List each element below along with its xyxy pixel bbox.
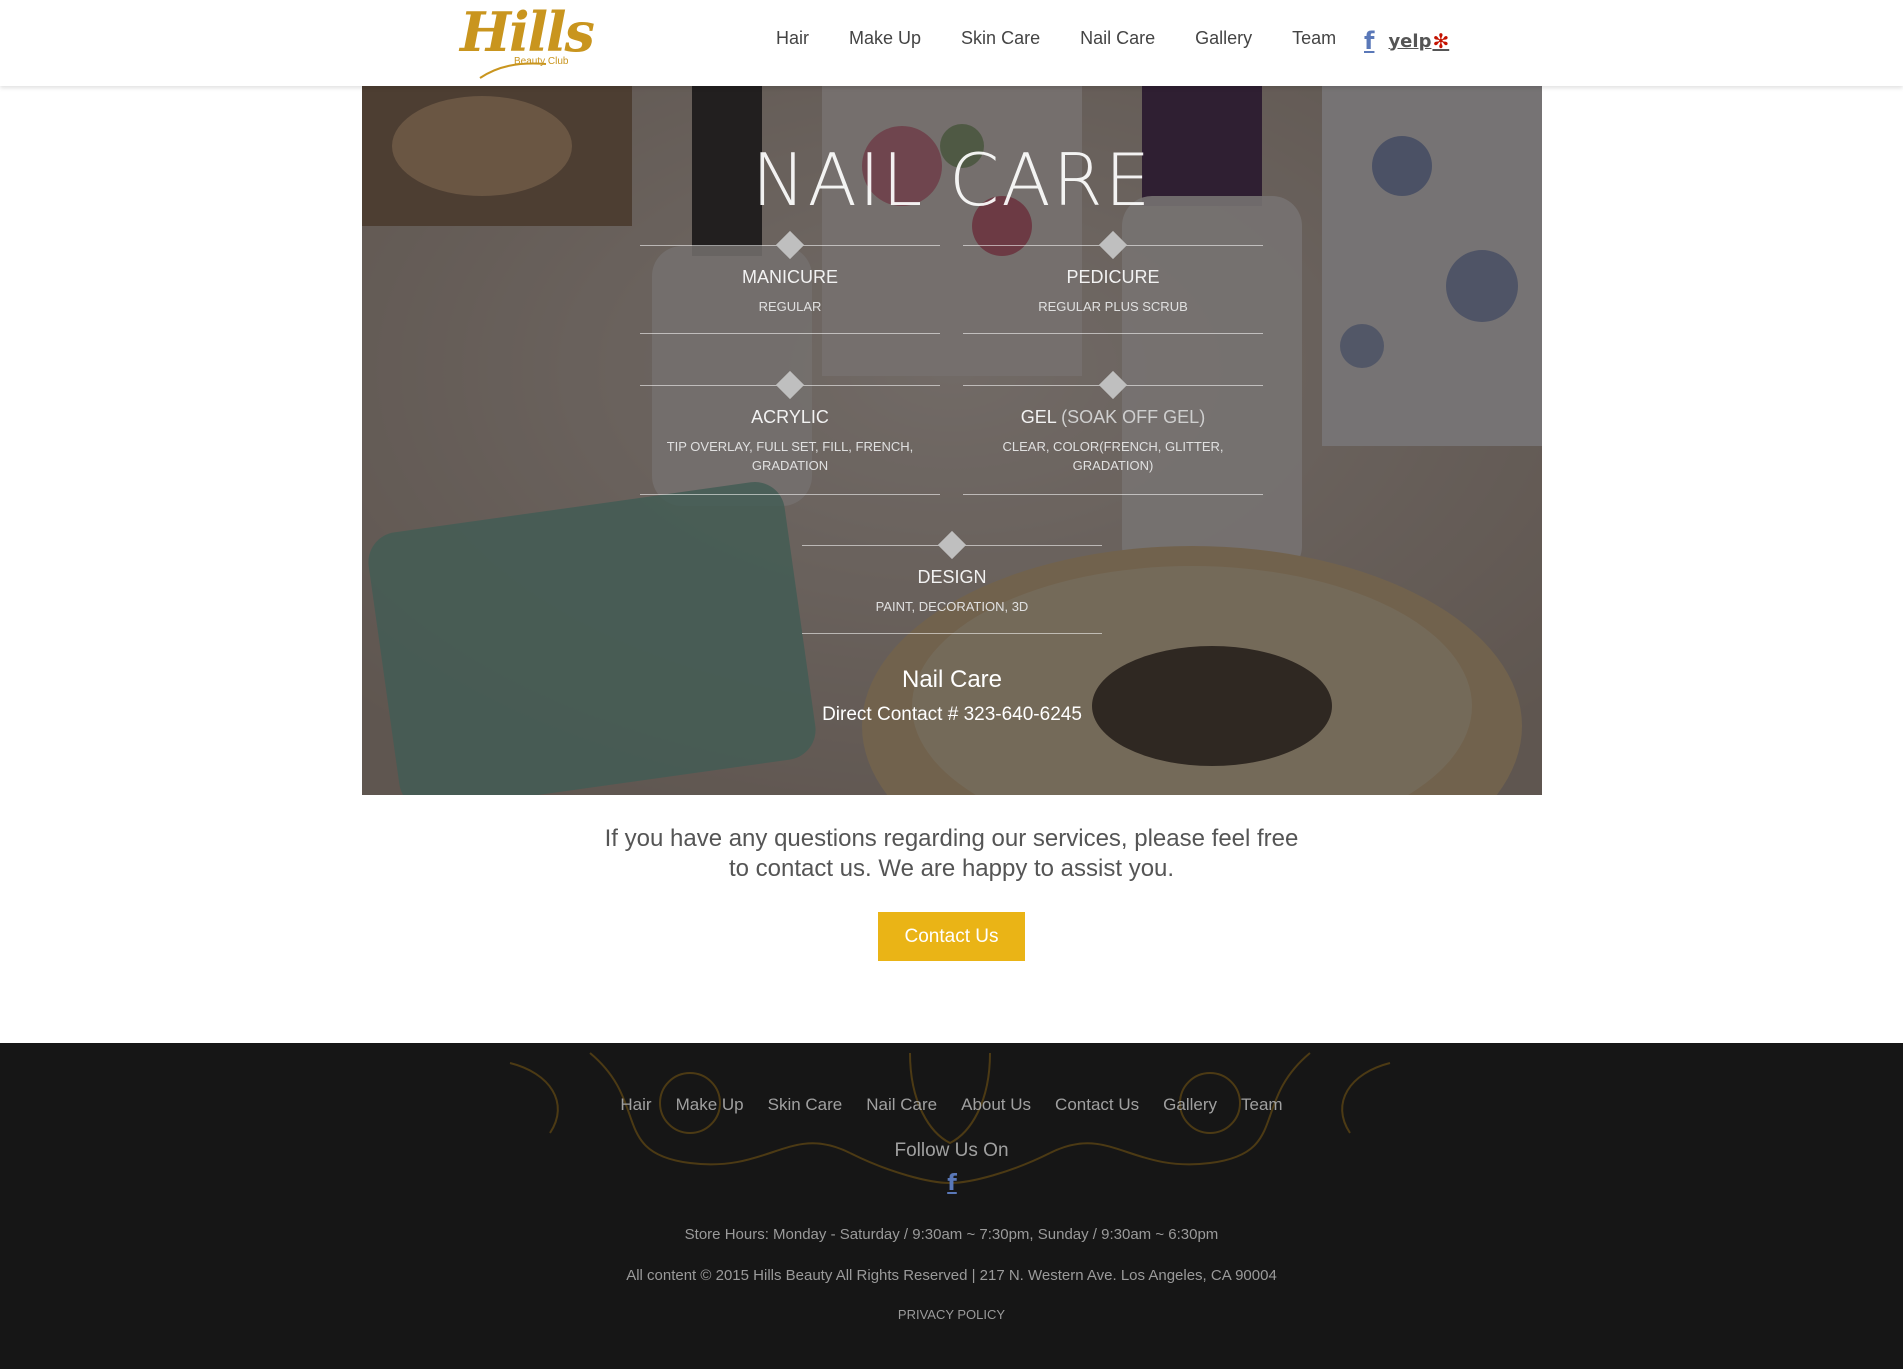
service-name: MANICURE (741, 267, 838, 287)
footer-nav: Hair Make Up Skin Care Nail Care About U… (0, 1095, 1903, 1115)
contact-prompt-line2: to contact us. We are happy to assist yo… (728, 855, 1175, 882)
service-name: GEL (SOAK OFF GEL) (1020, 407, 1206, 427)
direct-contact: Direct Contact # 323-640-6245 (822, 704, 1082, 725)
yelp-burst-icon: ✻ (1432, 29, 1450, 53)
privacy-policy-link[interactable]: PRIVACY POLICY (0, 1307, 1903, 1322)
contact-us-button[interactable]: Contact Us (878, 912, 1025, 961)
footer-nav-gallery[interactable]: Gallery (1163, 1095, 1217, 1115)
nav-make-up[interactable]: Make Up (849, 28, 921, 49)
nav-hair[interactable]: Hair (776, 28, 809, 49)
logo-text: Hills (460, 0, 595, 64)
service-name: PEDICURE (1066, 267, 1160, 287)
footer-nav-about-us[interactable]: About Us (961, 1095, 1031, 1115)
divider (802, 633, 1102, 634)
service-desc: TIP OVERLAY, FULL SET, FILL, FRENCH, GRA… (666, 439, 914, 473)
footer-nav-contact-us[interactable]: Contact Us (1055, 1095, 1139, 1115)
header-social: f yelp ✻ (1364, 26, 1449, 56)
footer-nav-nail-care[interactable]: Nail Care (866, 1095, 937, 1115)
divider (640, 333, 940, 334)
logo[interactable]: Hills Beauty Club (460, 0, 595, 82)
service-name: ACRYLIC (751, 407, 829, 427)
service-desc: PAINT, DECORATION, 3D (875, 599, 1029, 614)
site-header: Hills Beauty Club Hair Make Up Skin Care… (0, 0, 1903, 86)
footer-nav-team[interactable]: Team (1241, 1095, 1283, 1115)
divider (963, 494, 1263, 495)
footer-nav-hair[interactable]: Hair (620, 1095, 651, 1115)
hero-title: NAIL CARE (751, 138, 1153, 222)
logo-subtitle: Beauty Club (514, 56, 569, 67)
main-nav: Hair Make Up Skin Care Nail Care Gallery… (776, 28, 1376, 49)
nav-team[interactable]: Team (1292, 28, 1336, 49)
site-footer: Hair Make Up Skin Care Nail Care About U… (0, 1043, 1903, 1369)
contact-prompt: If you have any questions regarding our … (0, 824, 1903, 884)
facebook-icon[interactable]: f (1364, 26, 1374, 56)
footer-nav-skin-care[interactable]: Skin Care (768, 1095, 843, 1115)
service-name: DESIGN (917, 567, 987, 587)
footer-nav-make-up[interactable]: Make Up (676, 1095, 744, 1115)
nav-nail-care[interactable]: Nail Care (1080, 28, 1155, 49)
yelp-wordmark: yelp (1388, 30, 1432, 52)
hero-subheading: Nail Care (901, 666, 1003, 693)
copyright: All content © 2015 Hills Beauty All Righ… (626, 1267, 1277, 1284)
nav-gallery[interactable]: Gallery (1195, 28, 1252, 49)
contact-prompt-line1: If you have any questions regarding our … (604, 825, 1299, 852)
nav-skin-care[interactable]: Skin Care (961, 28, 1040, 49)
footer-facebook-icon[interactable]: f (943, 1171, 961, 1196)
divider (963, 333, 1263, 334)
yelp-icon[interactable]: yelp ✻ (1388, 29, 1449, 53)
service-desc: CLEAR, COLOR(FRENCH, GLITTER, GRADATION) (1002, 439, 1224, 473)
divider (640, 494, 940, 495)
follow-us-label: Follow Us On (894, 1140, 1009, 1161)
service-desc: REGULAR PLUS SCRUB (1038, 299, 1188, 314)
store-hours: Store Hours: Monday - Saturday / 9:30am … (684, 1226, 1219, 1243)
service-desc: REGULAR (758, 299, 822, 314)
hero-section: NAIL CARE MANICURE REGULAR PEDICURE REGU… (362, 86, 1542, 795)
